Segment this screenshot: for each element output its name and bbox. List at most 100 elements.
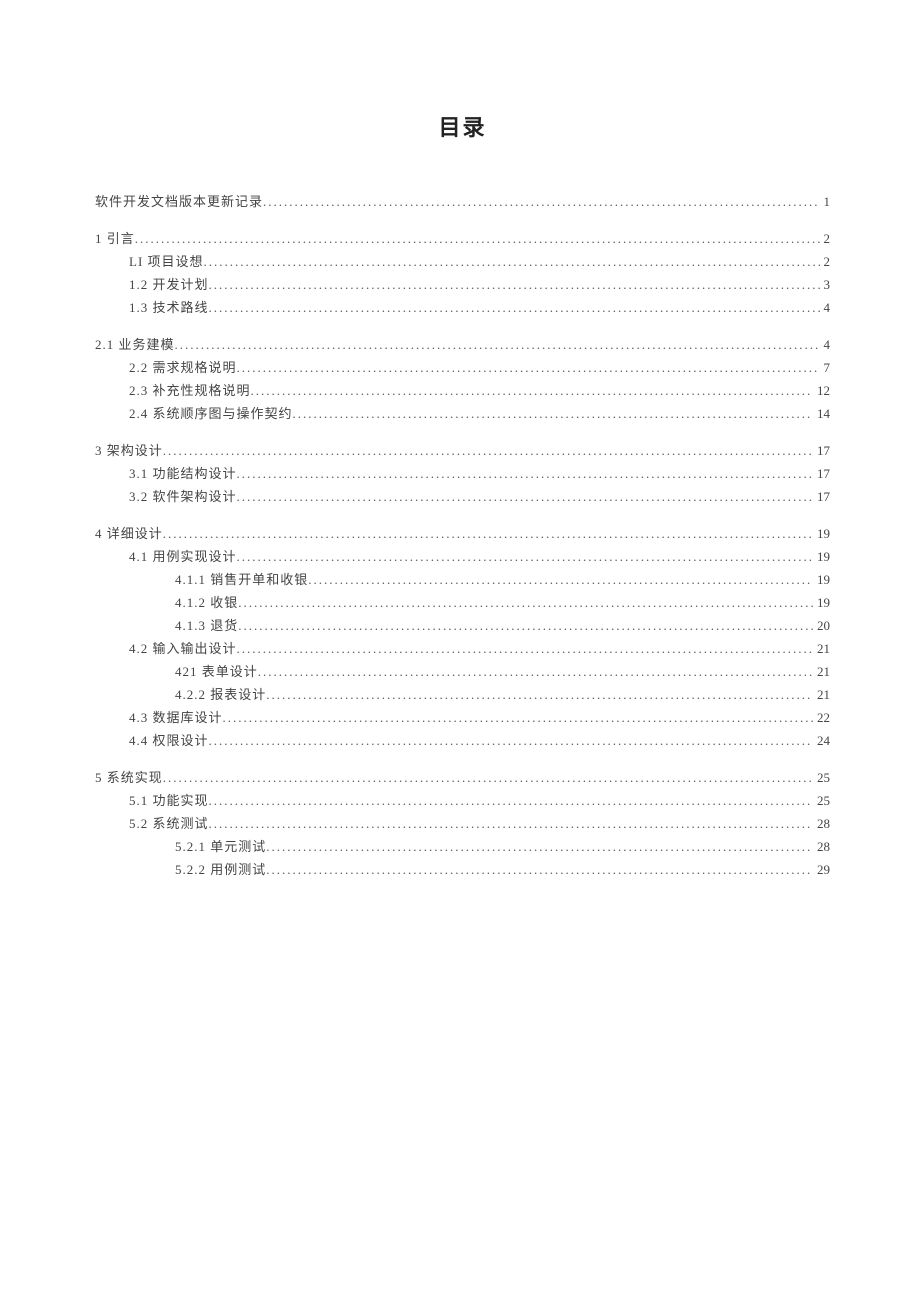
toc-entry-label: 2.4 系统顺序图与操作契约	[129, 402, 293, 425]
toc-entry-label: 4.2 输入输出设计	[129, 637, 237, 660]
toc-entry-page: 3	[820, 273, 831, 296]
toc-entry-label: 4.3 数据库设计	[129, 706, 223, 729]
toc-entry-label: 3.1 功能结构设计	[129, 462, 237, 485]
toc-entry-page: 19	[813, 545, 830, 568]
toc-entry-label: 5.2 系统测试	[129, 812, 209, 835]
toc-entry-page: 25	[813, 789, 830, 812]
toc-entry-label: 2.1 业务建模	[95, 333, 175, 356]
toc-leader-dots	[237, 545, 813, 568]
toc-entry: 3.1 功能结构设计 17	[95, 462, 830, 485]
toc-leader-dots	[238, 591, 813, 614]
toc-entry-label: 5.2.2 用例测试	[175, 858, 266, 881]
toc-leader-dots	[163, 766, 813, 789]
toc-entry: 软件开发文档版本更新记录 1	[95, 190, 830, 213]
toc-entry-page: 24	[813, 729, 830, 752]
toc-entry-label: 5 系统实现	[95, 766, 163, 789]
toc-entry: 2.4 系统顺序图与操作契约 14	[95, 402, 830, 425]
toc-entry: 4.1 用例实现设计 19	[95, 545, 830, 568]
toc-leader-dots	[266, 858, 813, 881]
toc-entry-page: 14	[813, 402, 830, 425]
toc-entry: 4.2 输入输出设计 21	[95, 637, 830, 660]
toc-entry-label: 421 表单设计	[175, 660, 258, 683]
toc-leader-dots	[209, 273, 820, 296]
toc-entry: 1.3 技术路线 4	[95, 296, 830, 319]
toc-leader-dots	[209, 296, 820, 319]
toc-entry: 4.3 数据库设计 22	[95, 706, 830, 729]
toc-entry-label: 4 详细设计	[95, 522, 163, 545]
toc-entry-label: 2.3 补充性规格说明	[129, 379, 251, 402]
toc-leader-dots	[308, 568, 813, 591]
toc-entry-page: 25	[813, 766, 830, 789]
toc-entry-page: 4	[820, 296, 831, 319]
toc-leader-dots	[237, 485, 813, 508]
toc-entry-page: 20	[813, 614, 830, 637]
toc-entry-page: 17	[813, 462, 830, 485]
toc-entry-label: 5.2.1 单元测试	[175, 835, 266, 858]
toc-entry-page: 2	[820, 227, 831, 250]
table-of-contents: 软件开发文档版本更新记录 11 引言2LI 项目设想21.2 开发计划31.3 …	[95, 190, 830, 881]
toc-leader-dots	[209, 789, 813, 812]
toc-group: 2.1 业务建模 42.2 需求规格说明 72.3 补充性规格说明 122.4 …	[95, 333, 830, 425]
toc-leader-dots	[204, 250, 820, 273]
toc-entry: 5 系统实现 25	[95, 766, 830, 789]
toc-group: 1 引言 2 LI 项目设想 2 1.2 开发计划 3 1.3 技术路线 4	[95, 227, 830, 319]
toc-entry-page: 1	[820, 190, 831, 213]
toc-entry-page: 21	[813, 660, 830, 683]
toc-leader-dots	[209, 812, 813, 835]
toc-group: 5 系统实现 255.1 功能实现 255.2 系统测试 285.2.1 单元测…	[95, 766, 830, 881]
toc-entry-page: 21	[813, 683, 830, 706]
toc-entry-label: 1.2 开发计划	[129, 273, 209, 296]
toc-entry: 1.2 开发计划 3	[95, 273, 830, 296]
toc-entry-page: 21	[813, 637, 830, 660]
toc-entry-page: 17	[813, 485, 830, 508]
toc-entry-page: 29	[813, 858, 830, 881]
toc-leader-dots	[266, 683, 813, 706]
toc-leader-dots	[237, 356, 820, 379]
toc-entry-label: 5.1 功能实现	[129, 789, 209, 812]
toc-entry: 421 表单设计 21	[95, 660, 830, 683]
toc-entry-label: LI 项目设想	[129, 250, 204, 273]
toc-entry-label: 1.3 技术路线	[129, 296, 209, 319]
toc-entry-page: 12	[813, 379, 830, 402]
document-page: 目录 软件开发文档版本更新记录 11 引言2LI 项目设想21.2 开发计划31…	[0, 0, 920, 1301]
toc-entry: 5.2 系统测试 28	[95, 812, 830, 835]
toc-group: 4 详细设计 194.1 用例实现设计 194.1.1 销售开单和收银 194.…	[95, 522, 830, 752]
toc-leader-dots	[237, 637, 813, 660]
toc-entry-page: 7	[820, 356, 831, 379]
toc-entry-label: 1 引言	[95, 227, 135, 250]
toc-entry-label: 软件开发文档版本更新记录	[95, 190, 263, 213]
toc-entry-page: 2	[820, 250, 831, 273]
toc-entry-label: 4.2.2 报表设计	[175, 683, 266, 706]
toc-leader-dots	[238, 614, 813, 637]
toc-title: 目录	[95, 110, 830, 142]
toc-leader-dots	[258, 660, 813, 683]
toc-entry-page: 28	[813, 812, 830, 835]
toc-leader-dots	[163, 522, 813, 545]
toc-entry-page: 22	[813, 706, 830, 729]
toc-leader-dots	[251, 379, 813, 402]
toc-entry: 2.2 需求规格说明 7	[95, 356, 830, 379]
toc-entry-label: 2.2 需求规格说明	[129, 356, 237, 379]
toc-leader-dots	[223, 706, 813, 729]
toc-entry-page: 19	[813, 522, 830, 545]
toc-leader-dots	[266, 835, 813, 858]
toc-entry: 4.4 权限设计 24	[95, 729, 830, 752]
toc-entry: 2.1 业务建模 4	[95, 333, 830, 356]
toc-entry-page: 19	[813, 568, 830, 591]
toc-entry-page: 28	[813, 835, 830, 858]
toc-entry-page: 19	[813, 591, 830, 614]
toc-entry-label: 3 架构设计	[95, 439, 163, 462]
toc-entry: 4.1.2 收银 19	[95, 591, 830, 614]
toc-entry: 5.2.1 单元测试 28	[95, 835, 830, 858]
toc-entry-label: 4.1.2 收银	[175, 591, 238, 614]
toc-entry: 3 架构设计 17	[95, 439, 830, 462]
toc-entry-label: 4.1 用例实现设计	[129, 545, 237, 568]
toc-group: 3 架构设计 173.1 功能结构设计 173.2 软件架构设计 17	[95, 439, 830, 508]
toc-entry-label: 4.1.1 销售开单和收银	[175, 568, 308, 591]
toc-entry-label: 4.1.3 退货	[175, 614, 238, 637]
toc-entry: 4 详细设计 19	[95, 522, 830, 545]
toc-entry: 1 引言 2	[95, 227, 830, 250]
toc-entry: 4.1.1 销售开单和收银 19	[95, 568, 830, 591]
toc-leader-dots	[293, 402, 813, 425]
toc-leader-dots	[237, 462, 813, 485]
